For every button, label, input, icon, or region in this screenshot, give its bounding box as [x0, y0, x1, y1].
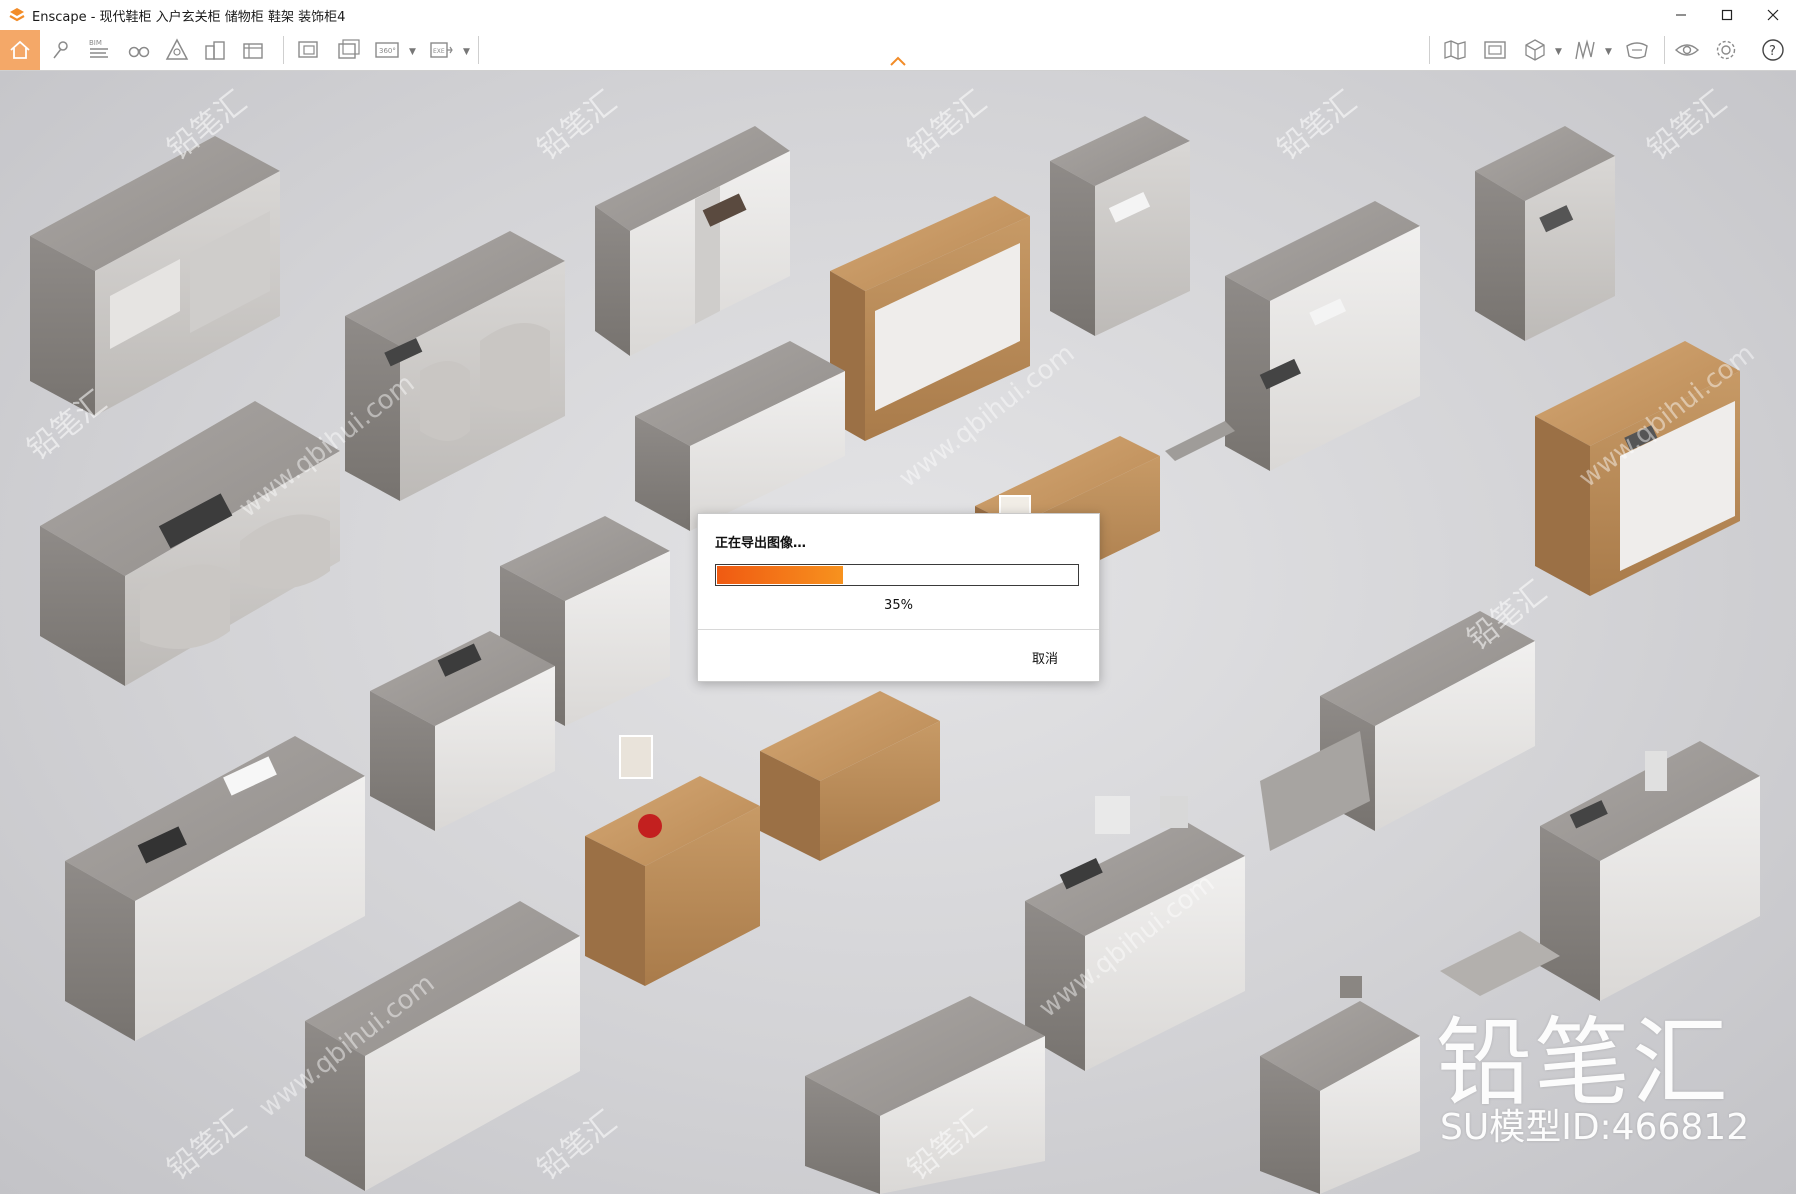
location-button[interactable]: [42, 30, 80, 70]
buildings-button[interactable]: [196, 30, 234, 70]
views-button[interactable]: [1476, 30, 1514, 70]
buildings-icon: [205, 41, 225, 60]
walk-mode-button[interactable]: [120, 30, 158, 70]
home-button[interactable]: [0, 30, 40, 70]
toolbar-separator: [283, 36, 284, 64]
home-icon: [10, 40, 30, 59]
help-button[interactable]: ?: [1754, 30, 1792, 70]
svg-text:EXE: EXE: [433, 48, 445, 55]
minimize-button[interactable]: [1658, 0, 1704, 30]
svg-text:360°: 360°: [379, 47, 396, 55]
atmosphere-icon: [165, 38, 189, 60]
cabinet-17: [65, 736, 365, 1041]
views-icon: [1484, 41, 1506, 59]
model-id-watermark: SU模型ID:466812: [1440, 1107, 1750, 1148]
panorama-360-icon: 360°: [375, 42, 399, 58]
map-button[interactable]: [1436, 30, 1474, 70]
close-button[interactable]: [1750, 0, 1796, 30]
cabinet-15-wood: [760, 691, 940, 861]
export-exe-icon: EXE: [430, 42, 453, 58]
progress-bar-fill: [717, 566, 843, 584]
location-pin-icon: [53, 41, 68, 59]
bim-icon: BIM: [89, 39, 108, 58]
export-exe-button[interactable]: EXE: [422, 30, 460, 70]
settings-gear-icon: [1716, 40, 1736, 60]
enscape-toolbar: BIM 360° ▼ EXE ▼ ▼ ▼ ?: [0, 30, 1796, 71]
chevron-down-icon[interactable]: ▼: [1605, 47, 1612, 57]
svg-text:BIM: BIM: [89, 39, 102, 47]
cube-icon: [1525, 39, 1545, 61]
help-icon: ?: [1762, 39, 1784, 61]
chevron-down-icon[interactable]: ▼: [409, 47, 416, 57]
asset-library-icon: [243, 43, 263, 59]
asset-library-button[interactable]: [234, 30, 272, 70]
toolbar-separator: [478, 36, 479, 64]
cancel-button[interactable]: 取消: [1032, 648, 1058, 667]
close-icon: [1767, 9, 1779, 21]
chevron-down-icon[interactable]: ▼: [463, 47, 470, 57]
export-progress-dialog: 正在导出图像… 35% 取消: [697, 513, 1100, 682]
visibility-button[interactable]: [1668, 30, 1706, 70]
atmosphere-button[interactable]: [158, 30, 196, 70]
cabinet-9: [635, 341, 845, 531]
cube-button[interactable]: [1516, 30, 1554, 70]
cabinet-1: [30, 136, 280, 416]
window-controls: [1658, 0, 1796, 30]
dialog-title: 正在导出图像…: [715, 536, 807, 551]
bim-button[interactable]: BIM: [80, 30, 118, 70]
maximize-button[interactable]: [1704, 0, 1750, 30]
cabinet-2: [345, 231, 565, 501]
cabinet-14-wood: [585, 776, 760, 986]
cabinet-5: [1050, 116, 1190, 336]
svg-text:?: ?: [1769, 44, 1776, 59]
screenshot-icon: [298, 41, 318, 58]
material-icon: [1575, 39, 1595, 60]
cabinet-8: [40, 401, 340, 686]
progress-bar: [715, 564, 1079, 586]
dialog-divider: [698, 629, 1099, 630]
settings-button[interactable]: [1707, 30, 1745, 70]
visibility-eye-icon: [1674, 44, 1700, 56]
binoculars-icon: [128, 46, 150, 58]
material-button[interactable]: [1566, 30, 1604, 70]
toolbar-separator: [1429, 36, 1430, 64]
toolbar-separator: [1664, 36, 1665, 64]
panorama-button[interactable]: 360°: [368, 30, 406, 70]
chevron-down-icon[interactable]: ▼: [1555, 47, 1562, 57]
minimize-icon: [1676, 14, 1686, 16]
cabinet-7: [1475, 126, 1615, 341]
maximize-icon: [1721, 9, 1733, 21]
window-title-bar: Enscape - 现代鞋柜 入户玄关柜 储物柜 鞋架 装饰柜4: [0, 0, 1796, 30]
map-icon: [1444, 40, 1466, 60]
collapse-toolbar-icon[interactable]: [888, 54, 908, 68]
cabinet-3: [595, 126, 790, 356]
collaborate-button[interactable]: [1618, 30, 1656, 70]
collaborate-icon: [1626, 42, 1648, 59]
batch-render-button[interactable]: [330, 30, 368, 70]
window-title: Enscape - 现代鞋柜 入户玄关柜 储物柜 鞋架 装饰柜4: [32, 9, 346, 25]
progress-percent-label: 35%: [884, 598, 913, 613]
cabinet-6: [1225, 201, 1420, 471]
enscape-logo-icon: [9, 8, 25, 22]
batch-render-icon: [338, 39, 360, 59]
screenshot-button[interactable]: [290, 30, 328, 70]
